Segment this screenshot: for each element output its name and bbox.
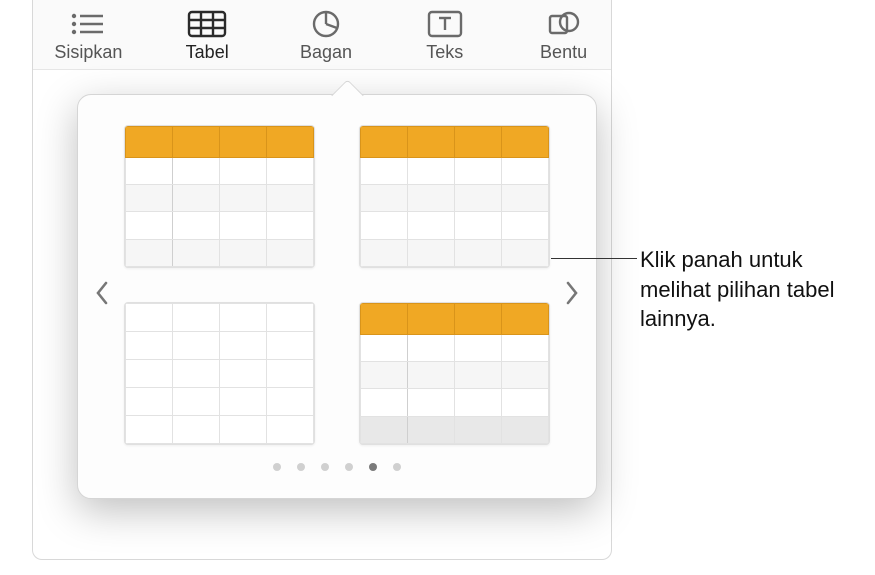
toolbar-item-label: Bentu — [540, 42, 587, 63]
toolbar-item-text[interactable]: Teks — [405, 10, 485, 63]
toolbar-item-table[interactable]: Tabel — [167, 10, 247, 63]
callout-leader-line — [551, 258, 637, 259]
toolbar-item-label: Bagan — [300, 42, 352, 63]
app-window: Sisipkan Tabel — [32, 0, 612, 560]
page-dot[interactable] — [345, 463, 353, 471]
page-dot[interactable] — [297, 463, 305, 471]
chart-icon — [304, 10, 348, 38]
prev-page-button[interactable] — [88, 273, 116, 313]
list-icon — [66, 10, 110, 38]
table-style-option[interactable] — [124, 125, 315, 268]
table-style-option[interactable] — [359, 125, 550, 268]
callout-text: Klik panah untuk melihat pilihan tabel l… — [640, 245, 855, 334]
toolbar-item-label: Sisipkan — [54, 42, 122, 63]
toolbar-item-label: Tabel — [186, 42, 229, 63]
toolbar-item-label: Teks — [426, 42, 463, 63]
page-dot[interactable] — [273, 463, 281, 471]
page-indicator — [124, 463, 550, 471]
table-styles-popover — [77, 94, 597, 499]
table-icon — [185, 10, 229, 38]
page-dot[interactable] — [369, 463, 377, 471]
table-style-option[interactable] — [359, 302, 550, 445]
table-style-option[interactable] — [124, 302, 315, 445]
page-dot[interactable] — [393, 463, 401, 471]
shape-icon — [542, 10, 586, 38]
table-style-grid — [124, 125, 550, 445]
toolbar-item-shape[interactable]: Bentu — [524, 10, 604, 63]
next-page-button[interactable] — [558, 273, 586, 313]
page-dot[interactable] — [321, 463, 329, 471]
toolbar: Sisipkan Tabel — [33, 0, 611, 70]
toolbar-item-chart[interactable]: Bagan — [286, 10, 366, 63]
toolbar-item-insert[interactable]: Sisipkan — [48, 10, 128, 63]
text-icon — [423, 10, 467, 38]
